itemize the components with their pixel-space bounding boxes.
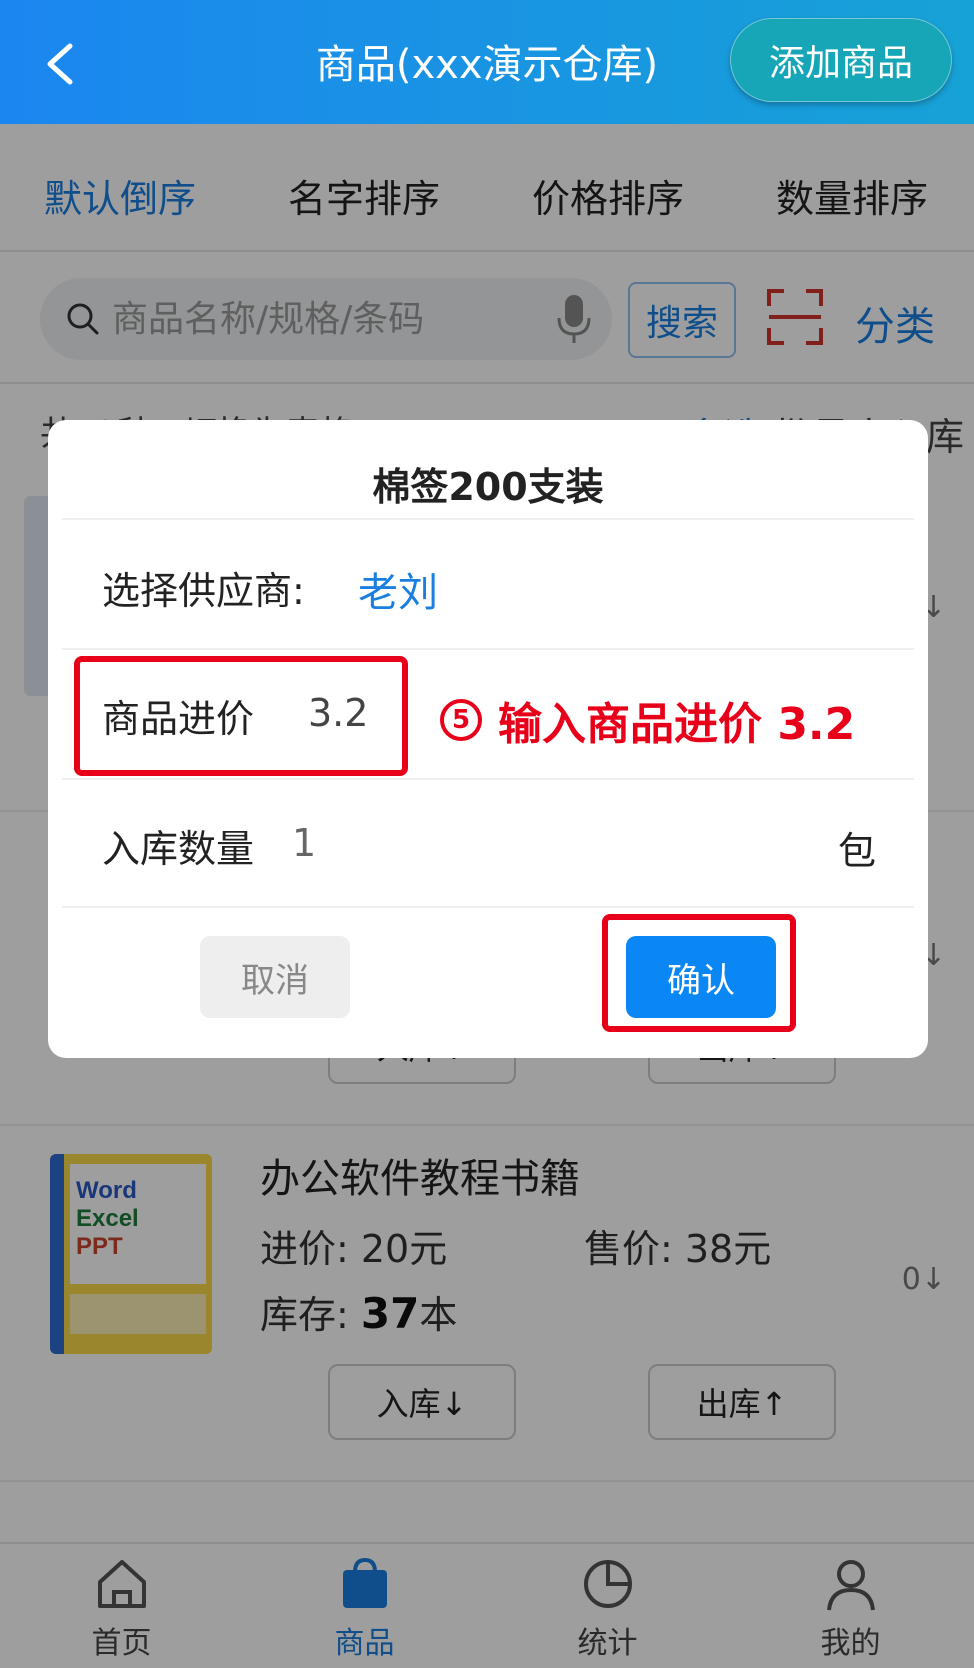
unit-label: 包 [837,829,876,873]
divider [62,518,914,520]
cancel-button[interactable]: 取消 [200,936,350,1018]
divider [62,778,914,780]
supplier-select[interactable]: 老刘 [358,560,438,618]
divider [62,648,914,650]
highlight-box-cost [74,656,408,776]
header-bar: 商品(xxx演示仓库) 添加商品 [0,0,974,124]
supplier-label: 选择供应商: [102,569,305,613]
stock-in-qty-label: 入库数量 [102,827,255,871]
step-text: 输入商品进价 3.2 [498,699,856,750]
divider [62,906,914,908]
dialog-title: 棉签200支装 [372,465,604,509]
stock-in-qty-input[interactable] [292,816,492,870]
step-number: 5 [440,699,482,741]
highlight-box-confirm [602,914,796,1032]
step-annotation: 5 输入商品进价 3.2 [440,688,855,752]
add-product-button[interactable]: 添加商品 [730,18,952,102]
